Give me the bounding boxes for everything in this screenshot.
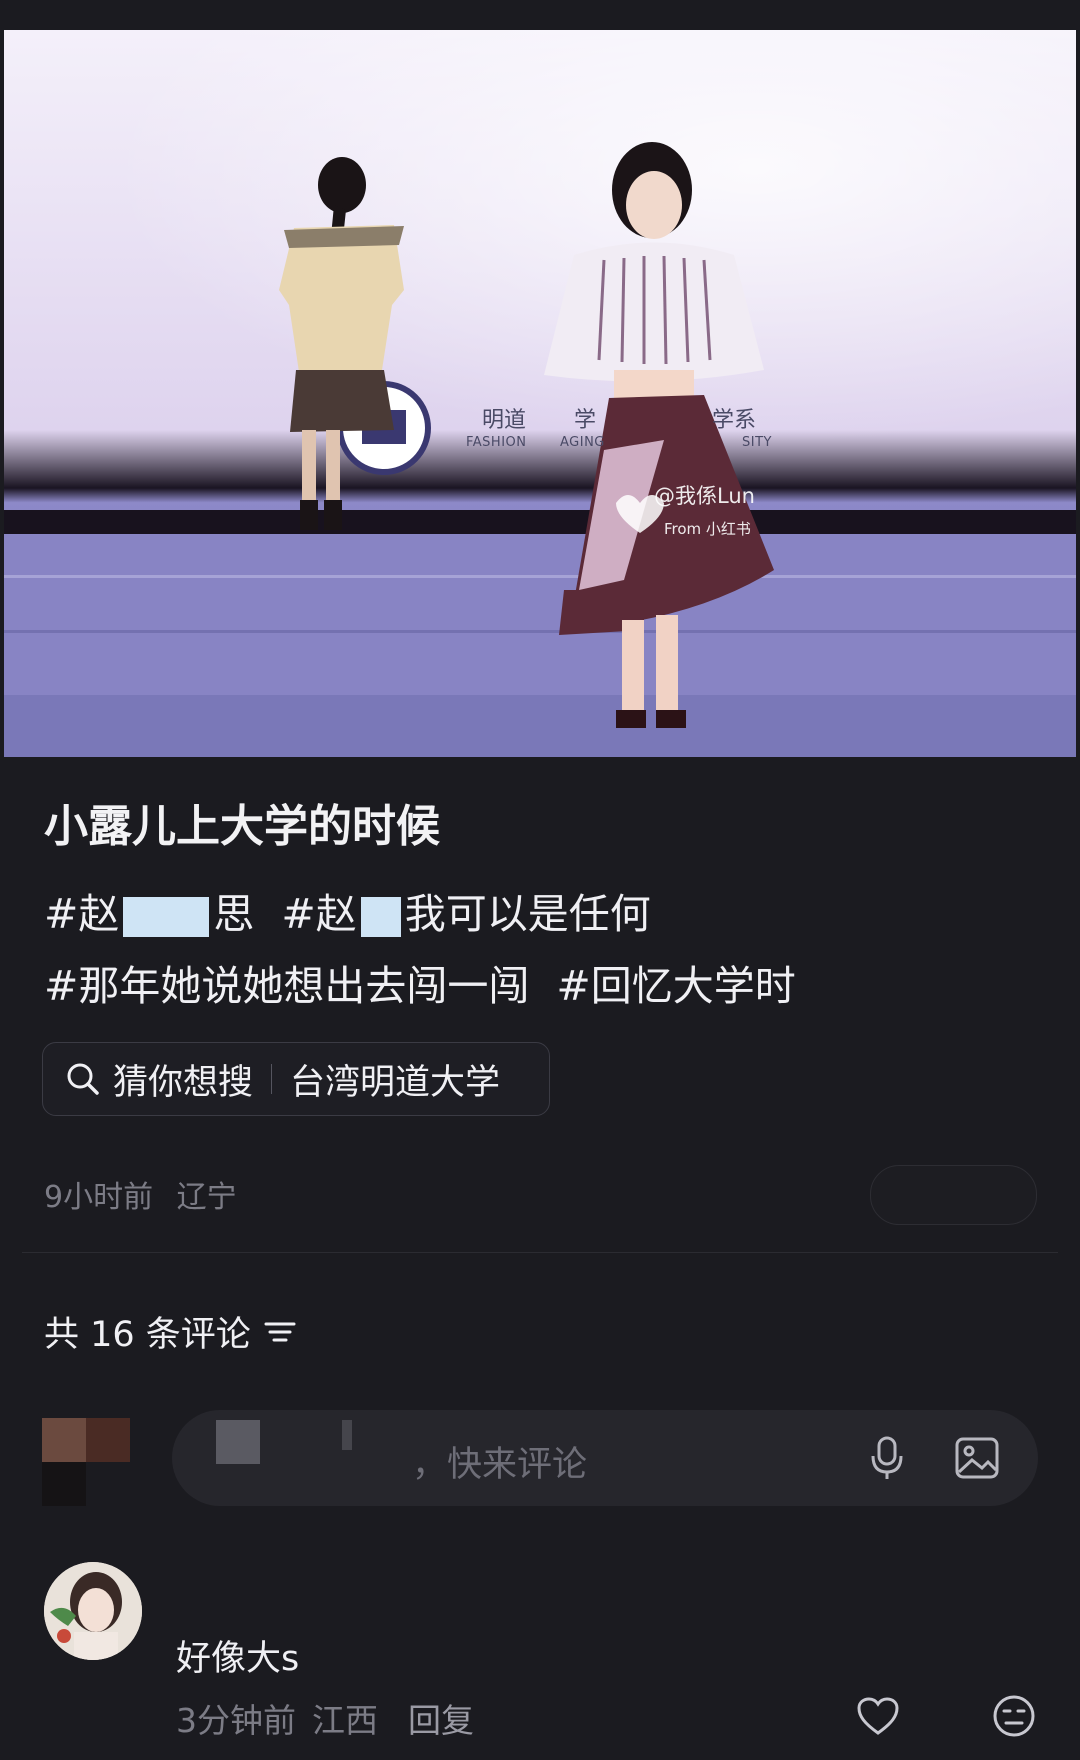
search-icon [67,1063,99,1095]
watermark-source: From 小红书 [664,520,751,538]
stage-sign-en-right: SITY [742,435,772,450]
avatar-pixel [42,1418,86,1462]
hashtag-1[interactable]: #赵 思 [44,890,254,938]
watermark-handle: @我係Lun [654,484,755,508]
reply-button[interactable]: 回复 [408,1694,474,1742]
avatar-pixel [86,1418,130,1462]
hashtag-2-start: #赵 [281,890,357,938]
avatar-pixel [42,1462,86,1506]
hashtag-1-start: #赵 [44,890,120,938]
post-time: 9小时前 [44,1180,154,1215]
comment-meta: 3分钟前 江西 回复 [176,1694,474,1742]
comment-input-placeholder: ，快来评论 [412,1445,588,1485]
section-divider [22,1252,1058,1253]
hashtag-1-end: 思 [213,890,255,938]
commenter-avatar[interactable] [44,1562,142,1660]
stage-sign-right: 学系 [712,408,757,433]
search-suggestion-label: 猜你想搜 [113,1062,254,1103]
avatar-pixel [86,1462,130,1506]
hashtag-2-end: 我可以是任何 [404,890,651,938]
post-title: 小露儿上大学的时候 [44,801,440,852]
comment-text: 好像大s [176,1639,300,1679]
redaction-mask [360,897,401,937]
comments-header: 共 16 条评论 [44,1306,297,1357]
redaction-mask [216,1420,260,1464]
search-suggestion-query: 台湾明道大学 [290,1062,501,1103]
heart-icon[interactable] [856,1696,900,1736]
post-meta: 9小时前 辽宁 [44,1172,251,1216]
media-watermark: @我係Lun From 小红书 [654,480,755,539]
image-icon[interactable] [954,1436,1000,1480]
post-media-video[interactable]: 明道 学 学系 FASHION AGING SITY @我係Lun From 小… [4,30,1076,757]
post-tags: #赵思 #赵 我可以是任何 #那年她说她想出去闯一闯 #回忆大学时 [44,878,1044,1022]
stage-sign-en-mid: AGING [560,435,605,450]
stage-sign-left: 明道 [482,408,527,433]
stage-sign-mid: 学 [574,408,597,433]
comment-count: 共 16 条评论 [44,1315,251,1355]
stage-sign-en-left: FASHION [466,435,527,450]
ghost-action-pill[interactable] [870,1165,1037,1225]
post-detail-page: 明道 学 学系 FASHION AGING SITY @我係Lun From 小… [0,0,1080,1760]
hashtag-2[interactable]: #赵 我可以是任何 [281,890,650,938]
avatar-image [44,1562,142,1660]
redaction-mask [123,897,210,937]
microphone-icon[interactable] [864,1434,910,1482]
post-location: 辽宁 [176,1180,237,1215]
runway-photo [4,30,1076,757]
hashtag-3[interactable]: #那年她说她想出去闯一闯 [44,962,529,1010]
divider [271,1064,273,1094]
search-suggestion-chip[interactable]: 猜你想搜 台湾明道大学 [42,1042,550,1116]
sort-icon[interactable] [263,1315,297,1349]
emoji-icon[interactable] [992,1694,1036,1738]
current-user-avatar[interactable] [42,1418,130,1506]
comment-time: 3分钟前 [176,1701,296,1740]
comment-location: 江西 [312,1701,378,1740]
redaction-mask [342,1420,352,1450]
comment-input[interactable]: ，快来评论 [172,1410,1038,1506]
hashtag-4[interactable]: #回忆大学时 [556,962,795,1010]
